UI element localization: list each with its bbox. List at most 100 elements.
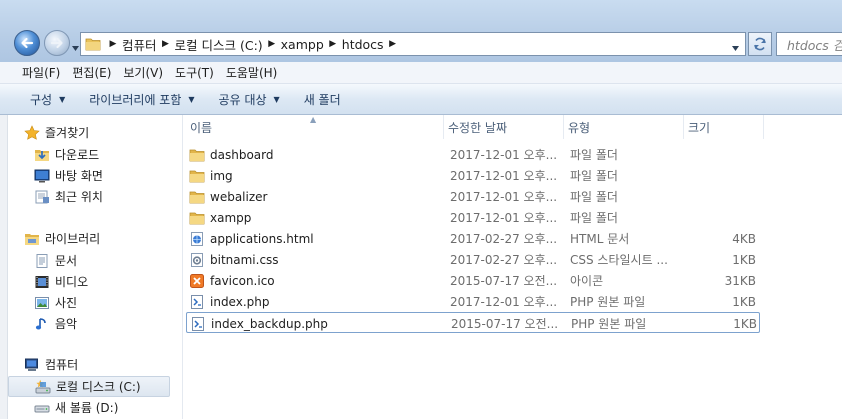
nav-item[interactable]: 최근 위치 [8, 186, 170, 207]
menu-item[interactable]: 보기(V) [117, 64, 169, 81]
file-date: 2017-02-27 오후... [450, 253, 558, 267]
nav-item[interactable]: 라이브러리 [8, 228, 170, 249]
music-icon [34, 316, 50, 332]
breadcrumb-separator-icon[interactable]: ▶ [160, 39, 172, 49]
menu-item[interactable]: 도움말(H) [220, 64, 284, 81]
folder-icon [189, 144, 205, 165]
ico-file-icon [189, 270, 205, 291]
navigation-pane: 즐겨찾기다운로드바탕 화면최근 위치라이브러리문서비디오사진음악컴퓨터로컬 디스… [0, 115, 176, 419]
breadcrumb-separator-icon[interactable]: ▶ [107, 39, 119, 49]
sort-up-icon: ▲ [310, 115, 317, 124]
back-button[interactable] [14, 30, 40, 56]
search-input[interactable]: htdocs 검 [776, 32, 842, 56]
address-dropdown-button[interactable] [732, 40, 739, 54]
breadcrumb-item[interactable]: 컴퓨터 [119, 35, 160, 54]
file-type: 파일 폴더 [570, 190, 618, 204]
breadcrumb: ▶ 컴퓨터 ▶ 로컬 디스크 (C:) ▶ xampp ▶ htdocs ▶ [107, 35, 399, 54]
column-type-label: 유형 [568, 120, 591, 135]
file-name: bitnami.css [210, 252, 279, 267]
breadcrumb-separator-icon[interactable]: ▶ [387, 39, 399, 49]
nav-item[interactable]: 비디오 [8, 271, 170, 292]
menu-item[interactable]: 편집(E) [66, 64, 117, 81]
nav-item-label: 문서 [55, 254, 78, 268]
nav-item[interactable]: 새 볼륨 (D:) [8, 397, 170, 418]
breadcrumb-item[interactable]: xampp [278, 37, 327, 52]
nav-item[interactable]: 컴퓨터 [8, 354, 170, 375]
menu-item[interactable]: 도구(T) [169, 64, 220, 81]
command-label: 새 폴더 [303, 92, 341, 107]
column-date[interactable]: 수정한 날짜 [444, 115, 564, 139]
file-type: HTML 문서 [570, 232, 630, 246]
arrow-right-icon [50, 37, 63, 49]
videos-icon [34, 274, 50, 290]
nav-item-label: 비디오 [55, 275, 89, 289]
file-row[interactable]: applications.html 2017-02-27 오후... HTML 문서… [186, 228, 760, 249]
file-row[interactable]: xampp 2017-12-01 오후... 파일 폴더 [186, 207, 760, 228]
file-row[interactable]: favicon.ico 2015-07-17 오전... 아이콘 31KB [186, 270, 760, 291]
pane-splitter[interactable] [182, 115, 183, 419]
folder-icon [189, 165, 205, 186]
breadcrumb-item[interactable]: 로컬 디스크 (C:) [172, 35, 266, 54]
breadcrumb-item[interactable]: htdocs [339, 37, 387, 52]
command-bar: 구성 ▼ 라이브러리에 포함 ▼ 공유 대상 ▼ 새 폴더 [0, 84, 842, 115]
nav-item-label: 사진 [55, 296, 78, 310]
css-file-icon [189, 249, 205, 270]
file-row[interactable]: bitnami.css 2017-02-27 오후... CSS 스타일시트 ...… [186, 249, 760, 270]
nav-item-label: 음악 [55, 317, 78, 331]
nav-item[interactable]: 사진 [8, 292, 170, 313]
file-name: img [210, 168, 233, 183]
recent-pages-dropdown[interactable] [72, 40, 79, 54]
chevron-down-icon [732, 46, 739, 51]
nav-item-label: 바탕 화면 [55, 169, 103, 183]
menu-bar: 파일(F) 편집(E) 보기(V) 도구(T) 도움말(H) [0, 62, 842, 84]
downloads-icon [34, 147, 50, 163]
nav-item-label: 로컬 디스크 (C:) [56, 380, 141, 394]
breadcrumb-separator-icon[interactable]: ▶ [327, 39, 339, 49]
column-type[interactable]: 유형 [564, 115, 684, 139]
command-label: 라이브러리에 포함 [89, 92, 182, 107]
column-date-label: 수정한 날짜 [448, 120, 508, 135]
file-name: webalizer [210, 189, 268, 204]
nav-scrollbar[interactable] [0, 115, 8, 419]
nav-item[interactable]: 문서 [8, 250, 170, 271]
file-date: 2017-12-01 오후... [450, 148, 558, 162]
command-button[interactable]: 라이브러리에 포함 ▼ [77, 91, 206, 108]
recent-places-icon [34, 189, 50, 205]
column-header: 이름 ▲ 수정한 날짜 유형 크기 [186, 115, 842, 139]
file-date: 2017-12-01 오후... [450, 211, 558, 225]
chevron-down-icon [72, 46, 79, 51]
file-size: 1KB [733, 316, 757, 331]
file-row[interactable]: img 2017-12-01 오후... 파일 폴더 [186, 165, 760, 186]
file-type: PHP 원본 파일 [571, 317, 647, 331]
star-icon [24, 124, 40, 141]
nav-item[interactable]: 즐겨찾기 [8, 122, 170, 143]
file-row[interactable]: index.php 2017-12-01 오후... PHP 원본 파일 1KB [186, 291, 760, 312]
file-type: CSS 스타일시트 ... [570, 253, 668, 267]
file-date: 2015-07-17 오전... [450, 274, 558, 288]
computer-icon [24, 357, 40, 373]
command-button[interactable]: 구성 ▼ [18, 91, 77, 108]
column-size[interactable]: 크기 [684, 115, 764, 139]
column-size-label: 크기 [688, 120, 711, 135]
command-button[interactable]: 공유 대상 ▼ [207, 91, 292, 108]
forward-button[interactable] [44, 30, 70, 56]
breadcrumb-separator-icon[interactable]: ▶ [266, 39, 278, 49]
library-icon [24, 231, 40, 247]
file-row[interactable]: dashboard 2017-12-01 오후... 파일 폴더 [186, 144, 760, 165]
command-label: 구성 [30, 92, 53, 107]
chevron-down-icon: ▼ [59, 94, 66, 104]
refresh-button[interactable] [748, 32, 772, 56]
address-bar[interactable]: ▶ 컴퓨터 ▶ 로컬 디스크 (C:) ▶ xampp ▶ htdocs ▶ [80, 32, 746, 56]
file-date: 2015-07-17 오전... [451, 317, 559, 331]
folder-icon [189, 186, 205, 207]
nav-item[interactable]: 음악 [8, 313, 170, 334]
file-row[interactable]: webalizer 2017-12-01 오후... 파일 폴더 [186, 186, 760, 207]
file-row[interactable]: index_backdup.php 2015-07-17 오전... PHP 원본 … [186, 312, 760, 333]
command-button[interactable]: 새 폴더 [292, 91, 353, 108]
nav-item-label: 다운로드 [55, 148, 100, 162]
menu-item[interactable]: 파일(F) [16, 64, 66, 81]
nav-item[interactable]: 바탕 화면 [8, 165, 170, 186]
nav-item[interactable]: 다운로드 [8, 144, 170, 165]
nav-item[interactable]: 로컬 디스크 (C:) [8, 376, 170, 397]
refresh-icon [754, 37, 766, 51]
